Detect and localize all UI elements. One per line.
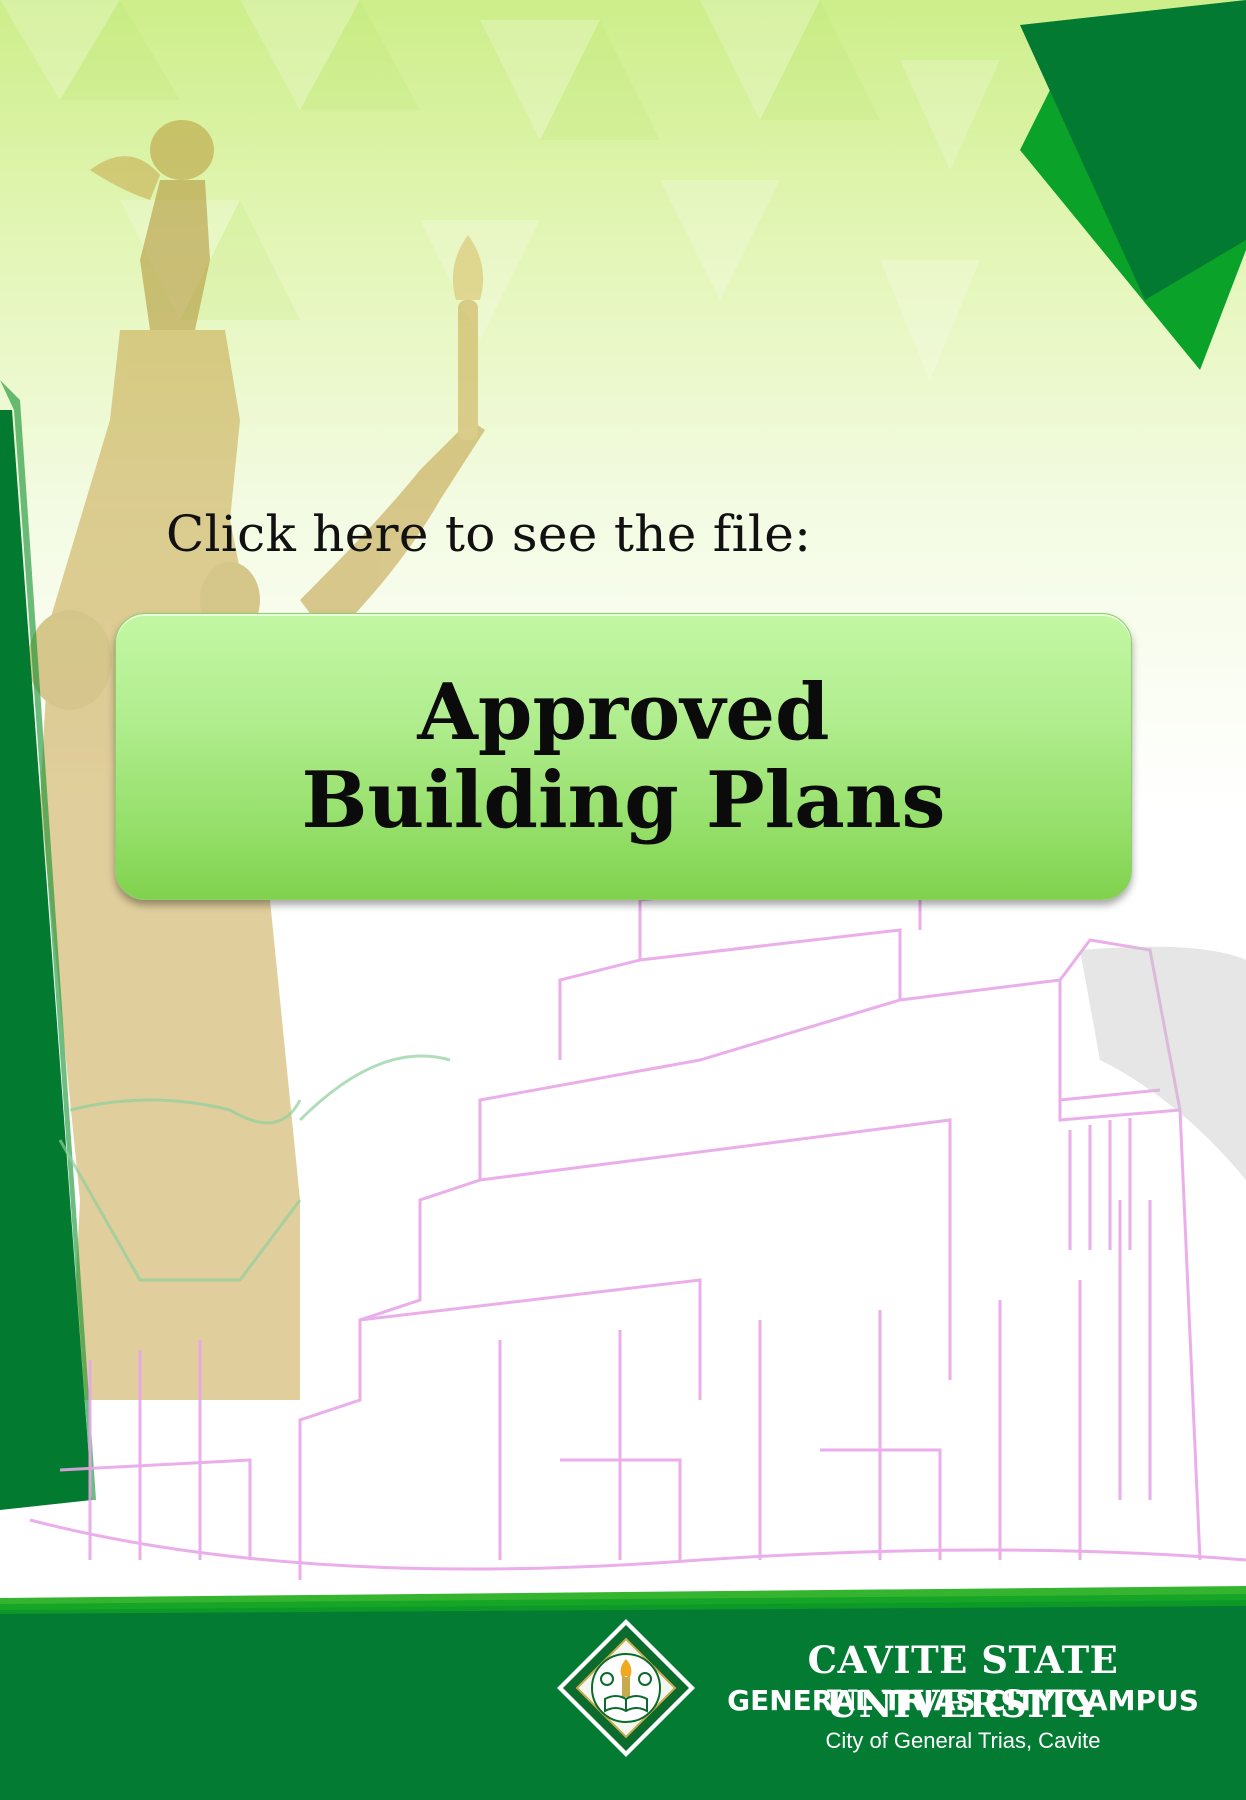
intro-text: Click here to see the file: (166, 505, 812, 563)
approved-building-plans-button[interactable]: Approved Building Plans (115, 613, 1132, 900)
file-button-label: Approved Building Plans (301, 666, 946, 846)
university-seal-logo (557, 1619, 695, 1757)
decoration-layer (0, 0, 1246, 1800)
page: Click here to see the file: Approved Bui… (0, 0, 1246, 1800)
campus-name: GENERAL TRIAS CITY CAMPUS (727, 1684, 1199, 1717)
campus-location: City of General Trias, Cavite (825, 1728, 1101, 1753)
